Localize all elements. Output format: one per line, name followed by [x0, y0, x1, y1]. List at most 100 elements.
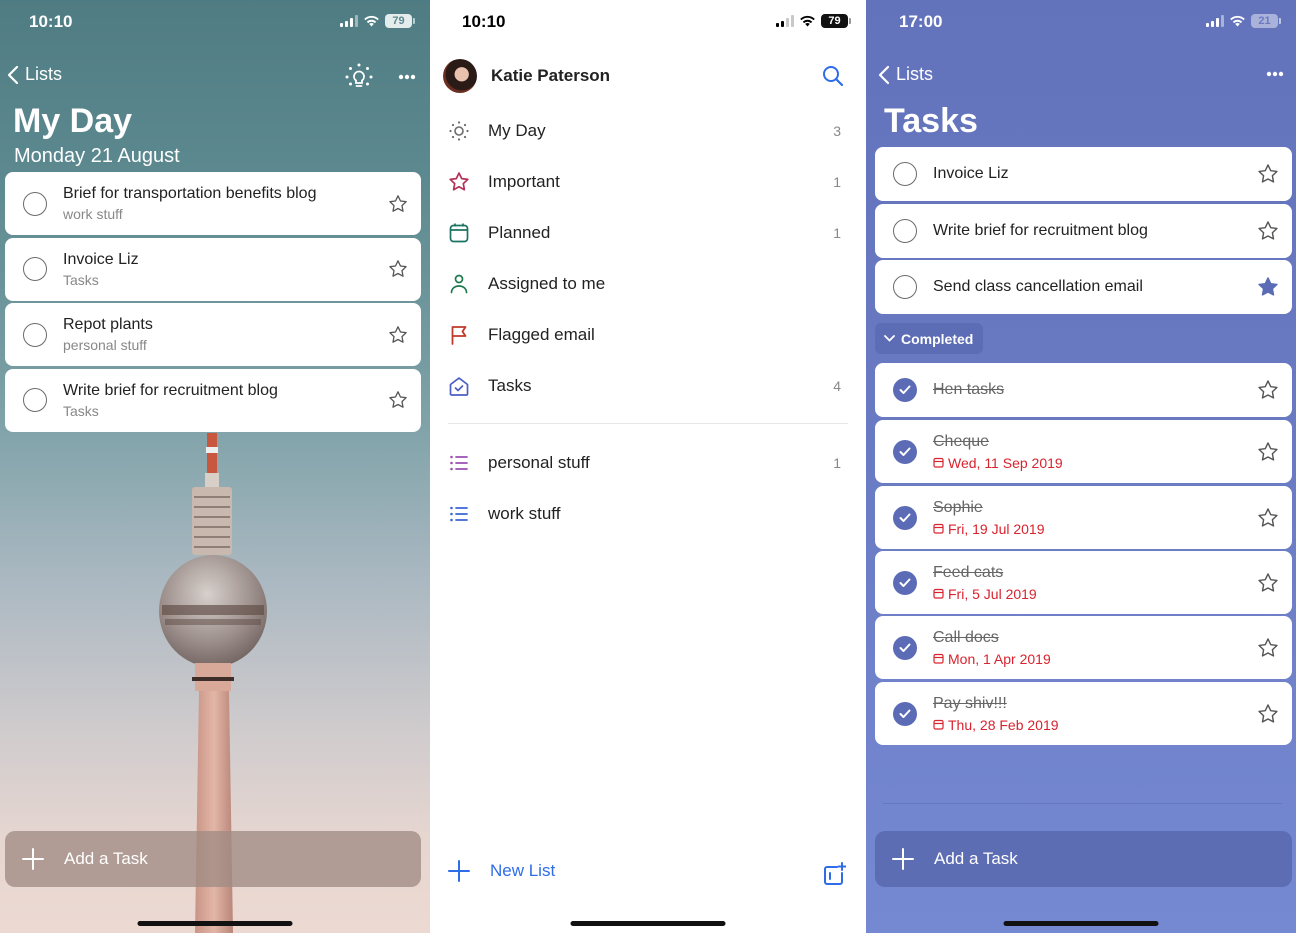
star-icon[interactable] — [1257, 276, 1279, 298]
due-date-text: Fri, 5 Jul 2019 — [948, 585, 1037, 602]
task-title: Brief for transportation benefits blog — [63, 185, 317, 202]
task-item[interactable]: Write brief for recruitment blog Tasks — [5, 368, 421, 432]
avatar[interactable] — [443, 59, 477, 93]
calendar-icon — [449, 223, 469, 243]
calendar-icon — [933, 588, 944, 599]
task-text: Send class cancellation email — [933, 278, 1232, 296]
more-icon[interactable] — [1266, 71, 1284, 77]
calendar-icon — [933, 719, 944, 730]
new-group-icon[interactable] — [822, 862, 846, 886]
sidebar-item-assigned-to-me[interactable]: Assigned to me — [430, 262, 866, 306]
sidebar-item-work-stuff[interactable]: work stuff — [430, 492, 866, 536]
complete-checkbox[interactable] — [893, 162, 917, 186]
check-icon — [899, 709, 911, 718]
more-icon[interactable] — [398, 74, 416, 80]
star-icon[interactable] — [1257, 572, 1279, 594]
task-item[interactable]: Brief for transportation benefits blog w… — [5, 172, 421, 235]
complete-checkbox[interactable] — [23, 257, 47, 281]
complete-checkbox[interactable] — [23, 191, 47, 216]
task-text: Call docs Mon, 1 Apr 2019 — [933, 629, 1232, 667]
add-task-button[interactable]: Add a Task — [875, 831, 1292, 887]
completed-checkbox[interactable] — [893, 570, 917, 595]
complete-checkbox[interactable] — [23, 388, 47, 412]
person-icon — [450, 274, 468, 294]
completed-task-item[interactable]: Pay shiv!!! Thu, 28 Feb 2019 — [875, 682, 1292, 745]
star-icon[interactable] — [1257, 379, 1279, 401]
wifi-icon — [364, 15, 379, 27]
list-label: Flagged email — [488, 325, 595, 344]
status-bar: 10:10 79 — [430, 0, 866, 44]
completed-task-item[interactable]: Call docs Mon, 1 Apr 2019 — [875, 616, 1292, 679]
date-subtitle: Monday 21 August — [14, 145, 180, 167]
battery-icon: 79 — [821, 14, 851, 28]
lightbulb-icon[interactable] — [344, 62, 374, 92]
star-icon[interactable] — [1257, 703, 1279, 725]
home-indicator — [570, 921, 726, 926]
completed-task-item[interactable]: Hen tasks — [875, 363, 1292, 417]
star-icon[interactable] — [388, 259, 408, 279]
completed-task-item[interactable]: Sophie Fri, 19 Jul 2019 — [875, 486, 1292, 549]
search-icon[interactable] — [822, 65, 844, 87]
star-icon[interactable] — [1257, 220, 1279, 242]
task-list-name: Tasks — [63, 271, 99, 288]
completed-task-item[interactable]: Cheque Wed, 11 Sep 2019 — [875, 420, 1292, 483]
flag-icon — [451, 326, 467, 345]
task-item[interactable]: Invoice Liz — [875, 147, 1292, 201]
task-item[interactable]: Send class cancellation email — [875, 260, 1292, 314]
star-icon[interactable] — [388, 390, 408, 410]
star-icon[interactable] — [1257, 637, 1279, 659]
home-icon — [449, 377, 469, 396]
status-bar: 17:00 21 — [866, 0, 1296, 44]
completed-checkbox[interactable] — [893, 505, 917, 530]
nav-bar: Lists — [0, 60, 430, 94]
status-bar: 10:10 79 — [0, 0, 430, 44]
list-label: personal stuff — [488, 453, 590, 472]
star-icon[interactable] — [388, 325, 408, 345]
completed-checkbox[interactable] — [893, 378, 917, 402]
sidebar-item-important[interactable]: Important 1 — [430, 160, 866, 204]
task-title: Invoice Liz — [933, 165, 1009, 182]
sun-icon — [449, 121, 469, 141]
star-icon[interactable] — [1257, 163, 1279, 185]
star-icon[interactable] — [1257, 507, 1279, 529]
task-item[interactable]: Invoice Liz Tasks — [5, 237, 421, 301]
home-indicator — [1003, 921, 1159, 926]
sidebar-item-my-day[interactable]: My Day 3 — [430, 109, 866, 153]
completed-task-item[interactable]: Feed cats Fri, 5 Jul 2019 — [875, 551, 1292, 614]
profile-header[interactable]: Katie Paterson — [443, 58, 848, 94]
user-name: Katie Paterson — [491, 66, 611, 85]
completed-checkbox[interactable] — [893, 701, 917, 726]
lists-screen: 10:10 79 Katie Paterson My Day 3 Importa… — [430, 0, 866, 933]
complete-checkbox[interactable] — [23, 322, 47, 347]
sidebar-item-planned[interactable]: Planned 1 — [430, 211, 866, 255]
sidebar-item-tasks[interactable]: Tasks 4 — [430, 364, 866, 408]
page-title: My Day — [13, 102, 133, 140]
completed-section-toggle[interactable]: Completed — [875, 323, 984, 354]
back-button[interactable]: Lists — [878, 64, 933, 85]
complete-checkbox[interactable] — [893, 218, 917, 243]
task-text: Cheque Wed, 11 Sep 2019 — [933, 433, 1232, 471]
back-label: Lists — [25, 64, 63, 84]
star-icon[interactable] — [388, 194, 408, 214]
task-text: Hen tasks — [933, 381, 1232, 399]
completed-checkbox[interactable] — [893, 635, 917, 660]
check-icon — [899, 385, 911, 394]
complete-checkbox[interactable] — [893, 275, 917, 299]
sidebar-item-flagged-email[interactable]: Flagged email — [430, 313, 866, 357]
task-text: Write brief for recruitment blog — [933, 222, 1232, 240]
new-list-button[interactable]: New List — [448, 860, 555, 882]
task-item[interactable]: Write brief for recruitment blog — [875, 203, 1292, 258]
completed-checkbox[interactable] — [893, 439, 917, 464]
task-text: Pay shiv!!! Thu, 28 Feb 2019 — [933, 695, 1232, 733]
wifi-icon — [800, 15, 815, 27]
back-button[interactable]: Lists — [7, 64, 62, 85]
task-title: Write brief for recruitment blog — [933, 221, 1148, 239]
list-count: 1 — [833, 225, 841, 241]
task-item[interactable]: Repot plants personal stuff — [5, 303, 421, 366]
chevron-left-icon — [7, 65, 19, 84]
star-icon[interactable] — [1257, 441, 1279, 463]
add-task-label: Add a Task — [934, 849, 1018, 868]
sidebar-item-personal-stuff[interactable]: personal stuff 1 — [430, 441, 866, 485]
add-task-button[interactable]: Add a Task — [5, 831, 421, 887]
status-time: 10:10 — [462, 12, 506, 31]
